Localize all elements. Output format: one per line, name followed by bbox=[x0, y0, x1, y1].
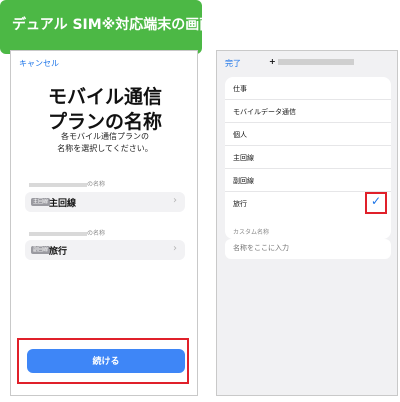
redacted-number bbox=[29, 182, 87, 187]
custom-name-input[interactable] bbox=[225, 239, 391, 259]
checkmark-icon: ✓ bbox=[371, 194, 382, 208]
redacted-number bbox=[277, 58, 354, 65]
line-row-secondary[interactable]: 副回線 旅行 › bbox=[25, 240, 185, 260]
subtitle-line-2: 名称を選択してください。 bbox=[57, 144, 153, 153]
cancel-button[interactable]: キャンセル bbox=[19, 58, 59, 69]
list-item-personal[interactable]: 個人 bbox=[225, 123, 391, 146]
list-item-work[interactable]: 仕事 bbox=[225, 77, 391, 100]
phone-number: + bbox=[269, 57, 354, 66]
plan-name-screen: キャンセル モバイル通信 プランの名称 各モバイル通信プランの 名称を選択してく… bbox=[10, 50, 198, 396]
callout-title: デュアル SIM※対応端末の画面 bbox=[12, 17, 214, 33]
continue-button[interactable]: 続ける bbox=[27, 349, 185, 373]
chevron-right-icon: › bbox=[173, 243, 177, 254]
sim-badge-icon: 副回線 bbox=[31, 246, 51, 254]
subtitle-line-1: 各モバイル通信プランの bbox=[61, 132, 149, 141]
list-item-secondary[interactable]: 副回線 bbox=[225, 169, 391, 192]
title-line-1: モバイル通信 bbox=[47, 86, 162, 108]
chevron-right-icon: › bbox=[173, 195, 177, 206]
list-item-label: 旅行 bbox=[233, 200, 247, 208]
line-name: 主回線 bbox=[49, 199, 77, 209]
line-row-primary[interactable]: 主回線 主回線 › bbox=[25, 192, 185, 212]
list-item-label: 主回線 bbox=[233, 154, 254, 162]
done-button[interactable]: 完了 bbox=[225, 58, 241, 69]
sim-badge-icon: 主回線 bbox=[31, 198, 51, 206]
plan-label-picker-screen: 完了 + 仕事 モバイルデータ通信 個人 主回線 副回線 旅行 ✓ カスタム名称 bbox=[216, 50, 398, 396]
line-2-label-suffix: の名称 bbox=[87, 230, 106, 237]
label-options-list: 仕事 モバイルデータ通信 個人 主回線 副回線 旅行 bbox=[225, 77, 391, 239]
line-2-label: の名称 bbox=[29, 228, 105, 237]
line-1-label-suffix: の名称 bbox=[87, 181, 106, 188]
callout-banner: デュアル SIM※対応端末の画面 bbox=[0, 0, 213, 54]
list-item-primary[interactable]: 主回線 bbox=[225, 146, 391, 169]
list-item-label: 仕事 bbox=[233, 85, 247, 93]
line-name: 旅行 bbox=[49, 247, 68, 257]
list-item-label: 個人 bbox=[233, 131, 247, 139]
page-title: モバイル通信 プランの名称 bbox=[11, 85, 199, 135]
custom-name-label: カスタム名称 bbox=[233, 229, 270, 236]
list-item-mobile-data[interactable]: モバイルデータ通信 bbox=[225, 100, 391, 123]
phone-prefix: + bbox=[269, 57, 276, 66]
line-1-label: の名称 bbox=[29, 179, 105, 188]
list-item-label: モバイルデータ通信 bbox=[233, 108, 296, 116]
redacted-number bbox=[29, 231, 87, 236]
page-subtitle: 各モバイル通信プランの 名称を選択してください。 bbox=[11, 131, 199, 155]
list-item-label: 副回線 bbox=[233, 177, 254, 185]
